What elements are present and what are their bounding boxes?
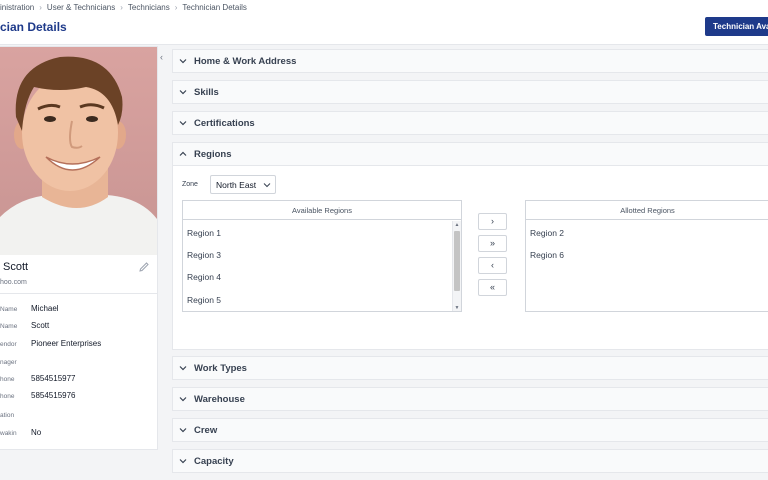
field-manager: nager [0,356,157,372]
field-label: Name [0,323,18,330]
zone-select[interactable]: North East [210,175,276,194]
allotted-regions-list[interactable]: Allotted Regions Region 2 Region 6 [525,200,768,312]
breadcrumb-separator: › [120,3,123,12]
section-title: Work Types [194,363,247,374]
field-phone: hone 5854515977 [0,373,157,389]
field-label: hone [0,393,15,400]
breadcrumb-administration[interactable]: inistration [0,3,34,12]
section-title: Crew [194,425,218,436]
field-walkin: wakin No [0,427,157,443]
section-crew[interactable]: Crew [172,418,768,442]
pencil-icon[interactable] [138,261,150,273]
scroll-up-icon[interactable]: ▲ [454,222,460,228]
chevron-down-icon [179,428,187,433]
section-home-work-address[interactable]: Home & Work Address [172,49,768,73]
field-value: Michael [31,304,59,313]
field-label: hone [0,376,15,383]
top-bar: inistration › User & Technicians › Technicia… [0,0,768,45]
breadcrumb-technician-details: Technician Details [182,3,247,12]
field-value: No [31,428,42,437]
chevron-down-icon [263,183,271,188]
field-label: nager [0,359,17,366]
field-last-name: Name Scott [0,320,157,336]
scrollbar[interactable]: ▲ ▼ [452,221,461,311]
section-title: Skills [194,87,219,98]
section-title: Certifications [194,118,255,129]
field-alt-phone: hone 5854515976 [0,390,157,406]
chevron-down-icon [179,59,187,64]
field-value: 5854515977 [31,374,76,383]
profile-card: Scott hoo.com Name Michael Name Scott en… [0,46,158,450]
field-vendor: endor Pioneer Enterprises [0,338,157,354]
field-location: ation [0,409,157,425]
regions-panel: Zone North East Available Regions Region… [172,166,768,350]
field-value: 5854515976 [31,391,76,400]
section-warehouse[interactable]: Warehouse [172,387,768,411]
field-first-name: Name Michael [0,303,157,319]
list-item[interactable]: Region 2 [530,228,564,238]
breadcrumb-user-technicians[interactable]: User & Technicians [47,3,115,12]
available-regions-header: Available Regions [183,201,461,220]
field-label: Name [0,306,18,313]
list-item[interactable]: Region 6 [530,250,564,260]
breadcrumb: inistration › User & Technicians › Technicia… [0,3,247,12]
list-item[interactable]: Region 3 [187,250,221,260]
technician-photo [0,47,157,255]
technician-availability-button[interactable]: Technician Ava [705,17,768,36]
breadcrumb-technicians[interactable]: Technicians [128,3,170,12]
section-title: Home & Work Address [194,56,297,67]
scrollbar-thumb[interactable] [454,231,460,291]
move-all-left-button[interactable]: « [478,279,507,296]
page-title: cian Details [0,20,67,34]
technician-email: hoo.com [0,279,27,286]
section-certifications[interactable]: Certifications [172,111,768,135]
section-work-types[interactable]: Work Types [172,356,768,380]
section-title: Regions [194,149,232,160]
section-regions[interactable]: Regions [172,142,768,166]
list-item[interactable]: Region 1 [187,228,221,238]
zone-select-value: North East [216,180,257,190]
collapse-panel-icon[interactable]: ‹ [160,52,170,62]
field-label: ation [0,412,15,419]
field-value: Scott [31,321,50,330]
chevron-down-icon [179,121,187,126]
section-title: Warehouse [194,394,245,405]
allotted-regions-header: Allotted Regions [526,201,768,220]
field-label: wakin [0,430,17,437]
field-value: Pioneer Enterprises [31,339,102,348]
section-capacity[interactable]: Capacity [172,449,768,473]
zone-label: Zone [182,181,198,188]
available-regions-list[interactable]: Available Regions Region 1 Region 3 Regi… [182,200,462,312]
scroll-down-icon[interactable]: ▼ [454,305,460,311]
breadcrumb-separator: › [39,3,42,12]
field-label: endor [0,341,17,348]
move-left-button[interactable]: ‹ [478,257,507,274]
chevron-down-icon [179,397,187,402]
breadcrumb-separator: › [174,3,178,12]
move-all-right-button[interactable]: » [478,235,507,252]
chevron-down-icon [179,459,187,464]
list-item[interactable]: Region 4 [187,272,221,282]
list-item[interactable]: Region 5 [187,295,221,305]
chevron-down-icon [179,90,187,95]
section-skills[interactable]: Skills [172,80,768,104]
chevron-down-icon [179,366,187,371]
divider [0,293,157,294]
chevron-up-icon [179,151,187,156]
move-right-button[interactable]: › [478,213,507,230]
technician-name: Scott [3,261,29,273]
section-title: Capacity [194,456,234,467]
